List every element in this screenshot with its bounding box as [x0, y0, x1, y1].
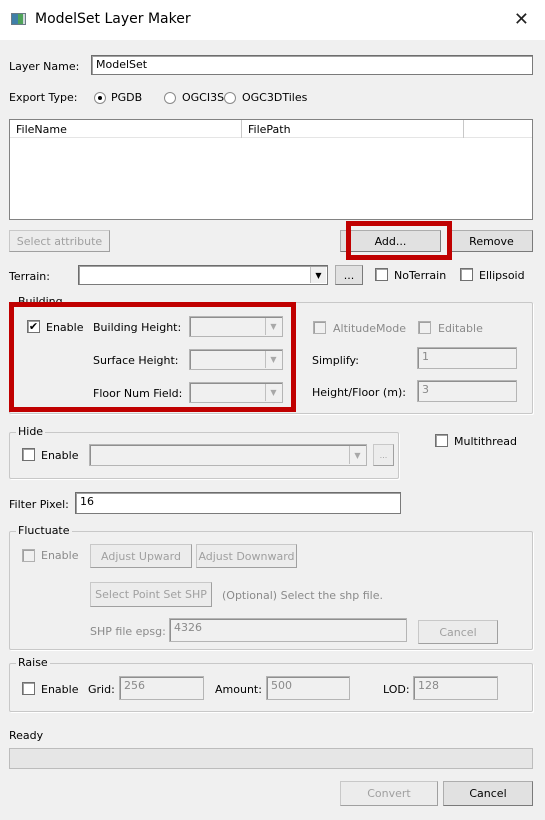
- multithread-checkbox[interactable]: [435, 434, 448, 447]
- adjust-downward-button[interactable]: Adjust Downward: [196, 544, 297, 568]
- terrain-combo[interactable]: ▼: [78, 265, 328, 285]
- shp-epsg-input[interactable]: 4326: [169, 618, 407, 642]
- raise-enable-checkbox[interactable]: [22, 682, 35, 695]
- surface-height-combo[interactable]: ▼: [189, 349, 283, 370]
- fluctuate-group-title: Fluctuate: [16, 524, 72, 537]
- fluctuate-hint: (Optional) Select the shp file.: [222, 589, 383, 602]
- grid-label: Grid:: [88, 683, 115, 696]
- hide-enable-checkbox[interactable]: [22, 448, 35, 461]
- select-attribute-button[interactable]: Select attribute: [9, 230, 110, 252]
- fluctuate-enable-checkbox[interactable]: [22, 549, 35, 562]
- hide-combo[interactable]: ▼: [89, 444, 367, 466]
- floor-num-field-combo[interactable]: ▼: [189, 382, 283, 403]
- fluctuate-enable-label: Enable: [41, 549, 79, 562]
- radio-ogci3s[interactable]: [164, 92, 176, 104]
- noterrain-label: NoTerrain: [394, 269, 447, 282]
- remove-button[interactable]: Remove: [450, 230, 533, 252]
- column-extra[interactable]: [464, 120, 532, 138]
- height-floor-input[interactable]: 3: [417, 380, 517, 402]
- altitude-mode-checkbox[interactable]: [313, 321, 326, 334]
- radio-ogc3dtiles-label: OGC3DTiles: [242, 91, 308, 104]
- surface-height-label: Surface Height:: [93, 354, 179, 367]
- layer-name-input[interactable]: ModelSet: [91, 55, 533, 75]
- amount-label: Amount:: [215, 683, 262, 696]
- raise-group-title: Raise: [16, 656, 50, 669]
- layer-name-label: Layer Name:: [9, 60, 80, 73]
- simplify-input[interactable]: 1: [417, 347, 517, 369]
- radio-ogc3dtiles[interactable]: [224, 92, 236, 104]
- file-list-header: FileName FilePath: [10, 120, 532, 138]
- raise-enable-label: Enable: [41, 683, 79, 696]
- export-type-label: Export Type:: [9, 91, 78, 104]
- title-bar: ModelSet Layer Maker ✕: [0, 0, 545, 40]
- fluctuate-cancel-button[interactable]: Cancel: [418, 620, 498, 644]
- chevron-down-icon: ▼: [265, 318, 281, 335]
- chevron-down-icon: ▼: [265, 351, 281, 368]
- editable-checkbox[interactable]: [418, 321, 431, 334]
- chevron-down-icon: ▼: [349, 446, 365, 464]
- filter-pixel-input[interactable]: 16: [75, 492, 401, 514]
- radio-pgdb-label: PGDB: [111, 91, 143, 104]
- chevron-down-icon[interactable]: ▼: [310, 267, 326, 283]
- building-enable-label: Enable: [46, 321, 84, 334]
- amount-input[interactable]: 500: [266, 676, 350, 700]
- lod-label: LOD:: [383, 683, 410, 696]
- filter-pixel-label: Filter Pixel:: [9, 498, 69, 511]
- hide-group-title: Hide: [16, 425, 46, 438]
- hide-enable-label: Enable: [41, 449, 79, 462]
- ellipsoid-checkbox[interactable]: [460, 268, 473, 281]
- building-group-title: Building: [16, 295, 65, 308]
- editable-label: Editable: [438, 322, 483, 335]
- hide-browse-button[interactable]: ...: [373, 444, 394, 466]
- lod-input[interactable]: 128: [413, 676, 498, 700]
- radio-ogci3s-label: OGCI3S: [182, 91, 225, 104]
- floor-num-field-label: Floor Num Field:: [93, 387, 183, 400]
- grid-input[interactable]: 256: [119, 676, 204, 700]
- altitude-mode-label: AltitudeMode: [333, 322, 406, 335]
- convert-button[interactable]: Convert: [340, 781, 438, 806]
- multithread-label: Multithread: [454, 435, 517, 448]
- shp-epsg-label: SHP file epsg:: [90, 625, 166, 638]
- column-filepath[interactable]: FilePath: [242, 120, 464, 138]
- ellipsoid-label: Ellipsoid: [479, 269, 525, 282]
- file-list[interactable]: FileName FilePath: [9, 119, 533, 220]
- add-button[interactable]: Add...: [340, 230, 441, 252]
- radio-pgdb[interactable]: [94, 92, 106, 104]
- window-title: ModelSet Layer Maker: [35, 11, 191, 27]
- column-filename[interactable]: FileName: [10, 120, 242, 138]
- adjust-upward-button[interactable]: Adjust Upward: [90, 544, 192, 568]
- terrain-browse-button[interactable]: ...: [335, 265, 363, 285]
- status-text: Ready: [9, 729, 44, 742]
- height-floor-label: Height/Floor (m):: [312, 386, 406, 399]
- building-height-combo[interactable]: ▼: [189, 316, 283, 337]
- close-icon[interactable]: ✕: [514, 9, 529, 30]
- select-point-set-shp-button[interactable]: Select Point Set SHP: [90, 582, 212, 607]
- building-enable-checkbox[interactable]: ✔: [27, 320, 40, 333]
- cancel-button[interactable]: Cancel: [443, 781, 533, 806]
- noterrain-checkbox[interactable]: [375, 268, 388, 281]
- building-height-label: Building Height:: [93, 321, 182, 334]
- terrain-label: Terrain:: [9, 270, 50, 283]
- app-icon: [11, 13, 26, 25]
- progress-bar: [9, 748, 533, 769]
- chevron-down-icon: ▼: [265, 384, 281, 401]
- simplify-label: Simplify:: [312, 354, 359, 367]
